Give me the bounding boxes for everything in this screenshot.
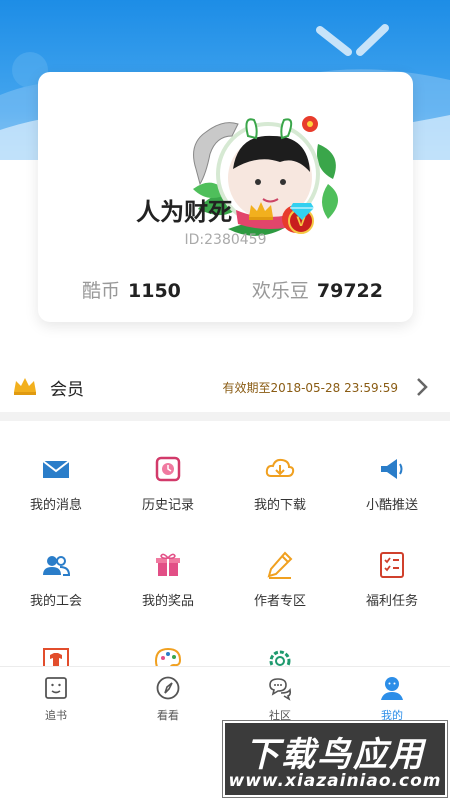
- diamond-badge-icon: [289, 199, 315, 227]
- envelope-icon: [41, 454, 71, 484]
- section-divider: [0, 412, 450, 421]
- grid-item-label: 我的工会: [29, 594, 82, 609]
- tab-mine[interactable]: 我的: [336, 667, 448, 727]
- pencil-icon: [265, 550, 295, 580]
- watermark-title: 下载鸟应用: [245, 735, 425, 775]
- grid-item-history[interactable]: 历史记录: [112, 430, 224, 520]
- member-label: 会员: [50, 380, 84, 400]
- history-icon: [153, 454, 183, 484]
- palette-icon: [153, 646, 183, 666]
- grid-item-author[interactable]: 作者专区: [224, 526, 336, 616]
- huanledou-stat[interactable]: 欢乐豆 79722: [252, 276, 383, 303]
- grid-item-label: 历史记录: [141, 498, 194, 513]
- tab-follow-books[interactable]: 追书: [0, 667, 112, 727]
- watermark-url: www.xiazainiao.com: [228, 771, 442, 791]
- grid-item-guild[interactable]: 我的工会: [0, 526, 112, 616]
- grid-item-downloads[interactable]: 我的下载: [224, 430, 336, 520]
- stat-label: 欢乐豆: [251, 280, 309, 302]
- tab-label: 看看: [157, 709, 179, 722]
- shirt-icon: [41, 646, 71, 666]
- download-cloud-icon: [265, 454, 295, 484]
- chat-bubbles-icon: [267, 675, 293, 701]
- group-icon: [41, 550, 71, 580]
- grid-item-dressup[interactable]: [0, 622, 112, 666]
- grid-item-push[interactable]: 小酷推送: [336, 430, 448, 520]
- profile-icon: [379, 675, 405, 701]
- user-id: ID:2380459: [184, 232, 267, 248]
- megaphone-icon: [377, 454, 407, 484]
- follow-books-icon: [43, 675, 69, 701]
- grid-item-tasks[interactable]: 福利任务: [336, 526, 448, 616]
- grid-item-label: 我的消息: [29, 498, 82, 513]
- grid-item-label: 作者专区: [253, 594, 306, 609]
- username: 人为财死: [136, 198, 233, 226]
- bottom-tab-bar: 追书 看看 社区 我的: [0, 666, 450, 726]
- grid-item-theme[interactable]: [112, 622, 224, 666]
- tab-community[interactable]: 社区: [224, 667, 336, 727]
- grid-item-label: 我的下载: [253, 498, 306, 513]
- grid-item-label: 我的奖品: [141, 594, 194, 609]
- crown-icon: [13, 376, 37, 400]
- kubi-stat[interactable]: 酷币 1150: [82, 276, 181, 303]
- member-row[interactable]: 会员 有效期至2018-05-28 23:59:59: [0, 362, 450, 412]
- grid-item-settings[interactable]: [224, 622, 336, 666]
- settings-gear-icon: [265, 646, 295, 666]
- task-list-icon: [377, 550, 407, 580]
- tab-label: 追书: [45, 709, 67, 722]
- stat-value: 1150: [128, 280, 181, 302]
- tab-browse[interactable]: 看看: [112, 667, 224, 727]
- watermark-logo: 下载鸟应用 www.xiazainiao.com: [223, 721, 447, 797]
- compass-icon: [155, 675, 181, 701]
- grid-item-label: 福利任务: [365, 594, 418, 609]
- chevron-right-icon: [416, 377, 428, 401]
- username-row: 人为财死: [38, 192, 413, 227]
- member-expiry: 有效期至2018-05-28 23:59:59: [222, 381, 398, 395]
- stat-label: 酷币: [82, 280, 121, 302]
- stat-value: 79722: [316, 280, 383, 302]
- gift-icon: [153, 550, 183, 580]
- avatar[interactable]: V: [188, 114, 348, 249]
- grid-item-label: 小酷推送: [365, 498, 418, 513]
- crown-badge-icon: [247, 199, 275, 227]
- grid-item-prizes[interactable]: 我的奖品: [112, 526, 224, 616]
- feature-grid: 我的消息 历史记录 我的下载 小酷推送 我的工会 我的奖品 作者专区 福利任务: [0, 430, 450, 666]
- kite-icon: [316, 24, 389, 56]
- grid-item-messages[interactable]: 我的消息: [0, 430, 112, 520]
- profile-card: V 人为财死 ID:2380459 酷币 1150 欢乐豆 79722: [38, 72, 413, 322]
